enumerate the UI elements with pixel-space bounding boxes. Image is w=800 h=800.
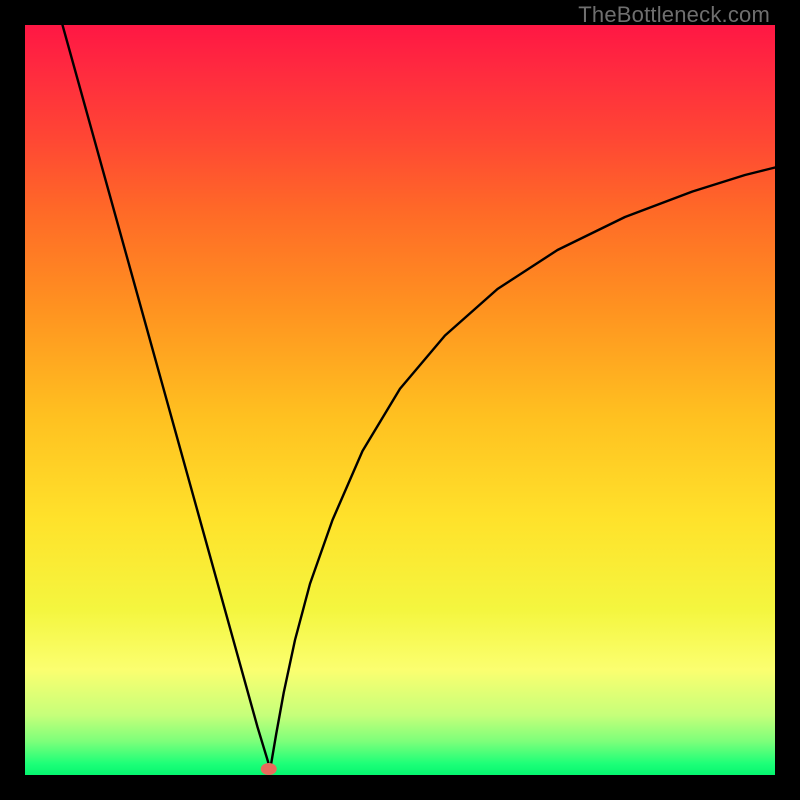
chart-frame bbox=[25, 25, 775, 775]
bottleneck-chart bbox=[25, 25, 775, 775]
optimum-marker bbox=[261, 763, 277, 775]
gradient-background bbox=[25, 25, 775, 775]
